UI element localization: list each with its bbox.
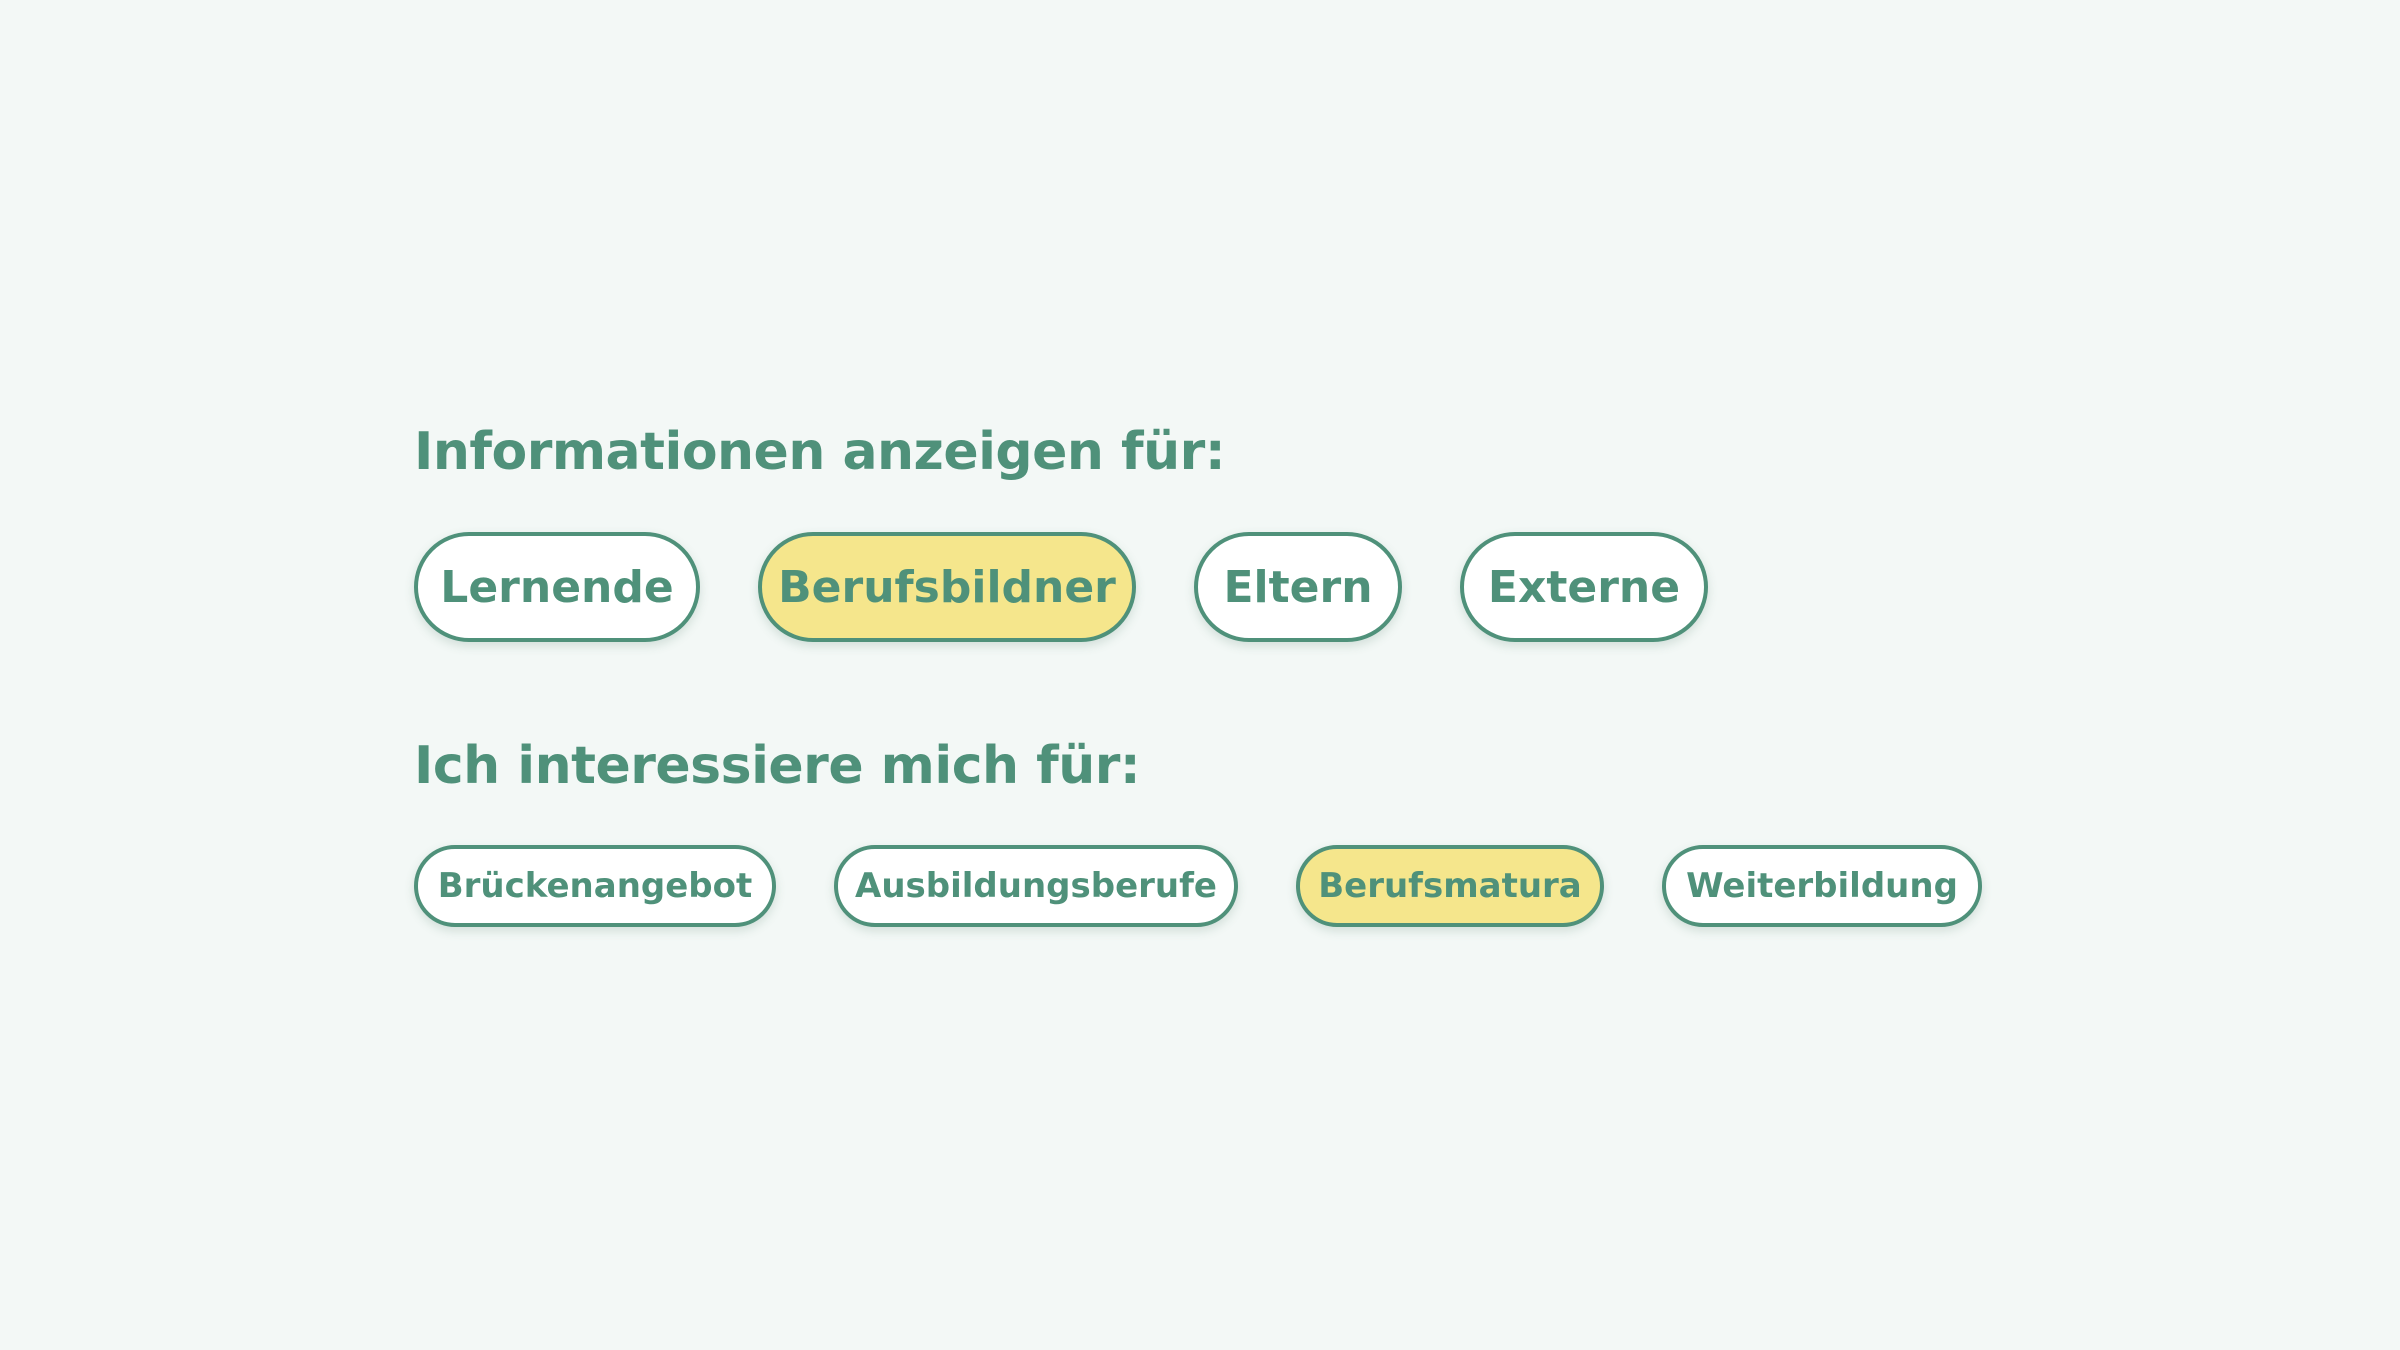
chip-berufsmatura[interactable]: Berufsmatura	[1296, 845, 1604, 927]
filter-page: Informationen anzeigen für: Lernende Ber…	[0, 0, 2400, 1350]
audience-heading: Informationen anzeigen für:	[414, 422, 1226, 482]
chip-berufsbildner[interactable]: Berufsbildner	[758, 532, 1136, 642]
interests-heading: Ich interessiere mich für:	[414, 736, 1141, 796]
chip-lernende[interactable]: Lernende	[414, 532, 700, 642]
chip-weiterbildung[interactable]: Weiterbildung	[1662, 845, 1982, 927]
chip-externe[interactable]: Externe	[1460, 532, 1708, 642]
interests-chip-group: Brückenangebot Ausbildungsberufe Berufsm…	[414, 845, 1982, 927]
chip-brueckenangebot[interactable]: Brückenangebot	[414, 845, 776, 927]
audience-chip-group: Lernende Berufsbildner Eltern Externe	[414, 532, 1708, 642]
chip-eltern[interactable]: Eltern	[1194, 532, 1402, 642]
chip-ausbildungsberufe[interactable]: Ausbildungsberufe	[834, 845, 1238, 927]
